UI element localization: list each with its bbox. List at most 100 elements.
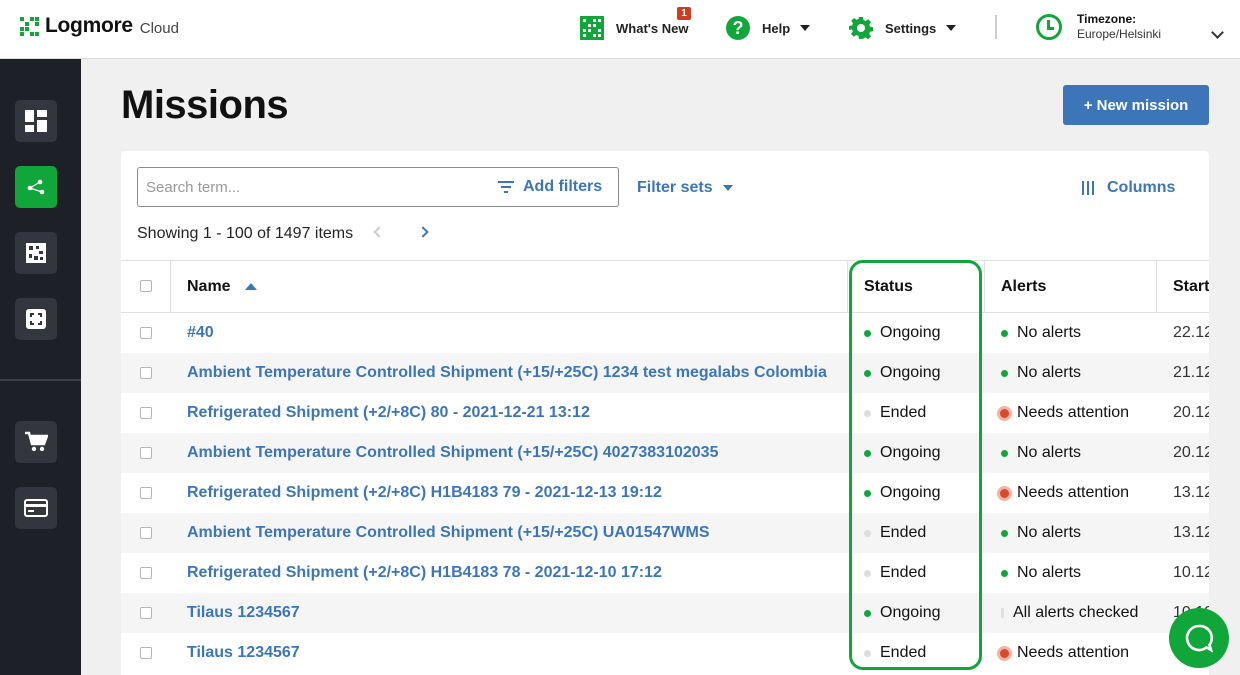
select-all-checkbox[interactable] <box>140 280 152 292</box>
sidebar-item-missions[interactable] <box>15 166 57 208</box>
qr-code-icon <box>26 243 46 263</box>
status-text: Ongoing <box>880 444 941 461</box>
row-checkbox[interactable] <box>140 607 152 619</box>
status-text: Ended <box>880 524 927 541</box>
settings-label: Settings <box>885 20 937 36</box>
timezone-value: Europe/Helsinki <box>1077 27 1162 41</box>
pagination-info: Showing 1 - 100 of 1497 items <box>137 225 354 242</box>
mission-name-link[interactable]: Ambient Temperature Controlled Shipment … <box>187 364 827 382</box>
start-date: 20.12 <box>1173 444 1209 461</box>
table-row[interactable]: Refrigerated Shipment (+2/+8C) H1B4183 7… <box>121 553 1209 593</box>
add-filters-label: Add filters <box>523 178 603 195</box>
gear-icon <box>849 17 873 40</box>
mission-name-link[interactable]: #40 <box>187 324 214 342</box>
timezone-selector[interactable]: Timezone: Europe/Helsinki <box>1036 12 1161 42</box>
status-cell: Ended <box>864 393 926 433</box>
mission-name-link[interactable]: Ambient Temperature Controlled Shipment … <box>187 444 718 462</box>
table-row[interactable]: Refrigerated Shipment (+2/+8C) H1B4183 7… <box>121 473 1209 513</box>
sidebar-item-scan[interactable] <box>15 298 57 340</box>
clock-icon <box>1036 14 1062 40</box>
page-title: Missions <box>121 83 289 127</box>
row-checkbox[interactable] <box>140 527 152 539</box>
row-checkbox[interactable] <box>140 327 152 339</box>
status-cell: Ongoing <box>864 473 941 513</box>
status-ended-dot-icon <box>864 649 871 657</box>
alert-attention-icon <box>997 485 1012 501</box>
alerts-cell: No alerts <box>1001 353 1081 393</box>
chevron-right-icon[interactable] <box>417 226 429 238</box>
help-label: Help <box>762 20 791 36</box>
chevron-down-icon[interactable] <box>1211 26 1224 39</box>
whats-new-label: What's New <box>616 20 689 36</box>
filter-sets-dropdown[interactable]: Filter sets <box>637 179 733 197</box>
sidebar-item-tags[interactable] <box>15 232 57 274</box>
alerts-cell: All alerts checked <box>1001 593 1138 633</box>
row-checkbox[interactable] <box>140 367 152 379</box>
name-column-header[interactable]: Name <box>187 261 257 312</box>
chat-button[interactable] <box>1169 608 1229 668</box>
row-checkbox[interactable] <box>140 647 152 659</box>
status-text: Ongoing <box>880 604 941 621</box>
table-row[interactable]: Tilaus 1234567 Ended Needs attention <box>121 633 1209 673</box>
missions-icon <box>27 179 45 195</box>
start-column-header[interactable]: Start <box>1173 261 1209 312</box>
mission-name-link[interactable]: Tilaus 1234567 <box>187 644 300 662</box>
chevron-left-icon[interactable] <box>373 226 385 238</box>
alerts-cell: Needs attention <box>997 393 1130 433</box>
status-ongoing-dot-icon <box>864 369 871 377</box>
filter-icon <box>498 181 514 193</box>
mission-name-link[interactable]: Refrigerated Shipment (+2/+8C) H1B4183 7… <box>187 564 662 582</box>
alert-text: All alerts checked <box>1013 604 1139 621</box>
settings-menu[interactable]: Settings <box>849 14 957 42</box>
mission-name-link[interactable]: Refrigerated Shipment (+2/+8C) 80 - 2021… <box>187 404 590 422</box>
start-date: 13.12 <box>1173 484 1209 501</box>
row-checkbox[interactable] <box>140 567 152 579</box>
status-ongoing-dot-icon <box>864 449 871 457</box>
timezone-label: Timezone: <box>1077 12 1137 26</box>
caret-down-icon <box>800 25 811 31</box>
alert-text: No alerts <box>1017 324 1082 341</box>
status-text: Ongoing <box>880 484 941 501</box>
table-row[interactable]: Tilaus 1234567OngoingAll alerts checked1… <box>121 593 1209 633</box>
alerts-column-header[interactable]: Alerts <box>1001 261 1046 312</box>
new-mission-button[interactable]: + New mission <box>1063 85 1209 125</box>
table-row[interactable]: Refrigerated Shipment (+2/+8C) 80 - 2021… <box>121 393 1209 433</box>
alert-text: Needs attention <box>1017 404 1130 421</box>
mission-name-link[interactable]: Ambient Temperature Controlled Shipment … <box>187 524 709 542</box>
status-cell: Ongoing <box>864 433 941 473</box>
alerts-cell: No alerts <box>1001 513 1081 553</box>
credit-card-icon <box>24 499 48 517</box>
alert-attention-icon <box>997 405 1012 421</box>
table-row[interactable]: Ambient Temperature Controlled Shipment … <box>121 513 1209 553</box>
logo-sub: Cloud <box>139 20 179 37</box>
status-column-header[interactable]: Status <box>864 261 913 312</box>
sidebar-item-shop[interactable] <box>15 421 57 463</box>
table-row[interactable]: Ambient Temperature Controlled Shipment … <box>121 353 1209 393</box>
whats-new-button[interactable]: What's New <box>580 14 688 42</box>
status-text: Ended <box>880 404 927 421</box>
help-menu[interactable]: ? Help <box>726 14 811 42</box>
status-text: Ongoing <box>880 364 941 381</box>
row-checkbox[interactable] <box>140 487 152 499</box>
alert-text: No alerts <box>1017 564 1082 581</box>
sidebar-item-dashboard[interactable] <box>15 100 57 142</box>
sidebar-item-billing[interactable] <box>15 487 57 529</box>
status-cell: Ongoing <box>864 313 941 353</box>
logo-name: Logmore <box>45 14 133 37</box>
chat-icon <box>1185 624 1214 653</box>
columns-button[interactable]: Columns <box>1082 179 1175 197</box>
row-checkbox[interactable] <box>140 447 152 459</box>
table-row[interactable]: Ambient Temperature Controlled Shipment … <box>121 433 1209 473</box>
mission-name-link[interactable]: Tilaus 1234567 <box>187 604 300 622</box>
row-checkbox[interactable] <box>140 407 152 419</box>
status-text: Ended <box>880 644 927 661</box>
logo[interactable]: Logmore Cloud <box>20 14 179 38</box>
columns-icon <box>1082 181 1094 195</box>
mission-name-link[interactable]: Refrigerated Shipment (+2/+8C) H1B4183 7… <box>187 484 662 502</box>
search-input[interactable] <box>146 176 476 198</box>
alert-attention-icon <box>997 645 1012 661</box>
table-row[interactable]: #40 Ongoing No alerts 22.12 <box>121 313 1209 353</box>
status-cell: Ongoing <box>864 593 941 633</box>
alert-text: No alerts <box>1017 364 1082 381</box>
add-filters-button[interactable]: Add filters <box>498 178 602 196</box>
